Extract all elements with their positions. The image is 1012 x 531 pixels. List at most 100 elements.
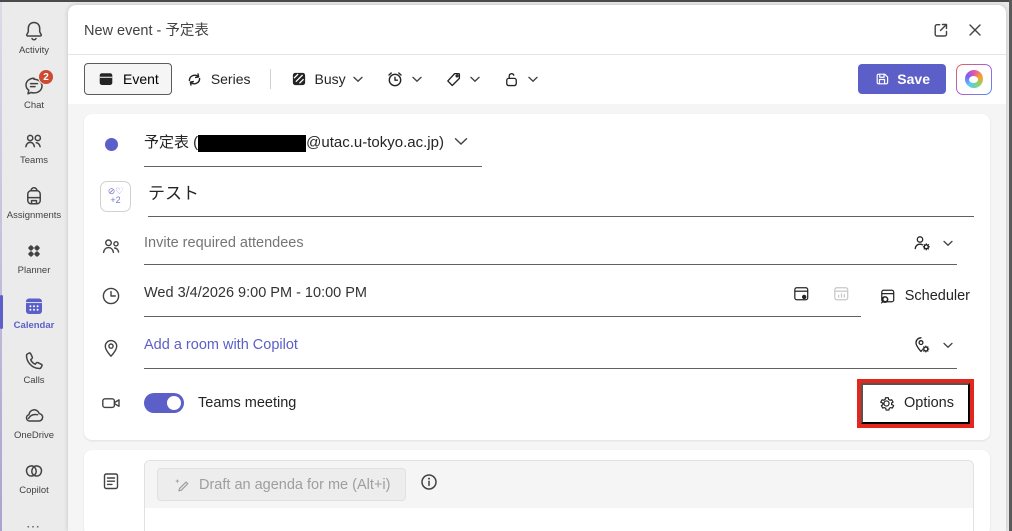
- attendees-people-icon: [100, 235, 144, 257]
- chevron-down-icon: [528, 76, 538, 83]
- chat-icon: 2: [21, 74, 47, 98]
- clock-icon: [100, 285, 144, 307]
- teams-meeting-label: Teams meeting: [198, 395, 296, 411]
- tag-icon: [444, 70, 463, 89]
- cloud-icon: [21, 404, 47, 428]
- copilot-logo-icon: [965, 70, 983, 88]
- sidebar-item-activity[interactable]: Activity: [0, 10, 68, 65]
- sensitivity-dropdown[interactable]: [493, 64, 547, 95]
- datetime-value[interactable]: Wed 3/4/2026 9:00 PM - 10:00 PM: [144, 285, 367, 301]
- meeting-options-button[interactable]: Options: [861, 383, 970, 424]
- sidebar-item-teams[interactable]: Teams: [0, 120, 68, 175]
- camera-icon: [100, 392, 144, 414]
- redacted-email: [198, 135, 306, 152]
- sidebar-label: Planner: [18, 266, 51, 276]
- sidebar-item-calendar[interactable]: Calendar: [0, 285, 68, 340]
- calendar-chart-icon: [831, 283, 852, 304]
- description-editor[interactable]: Draft an agenda for me (Alt+i): [144, 460, 974, 531]
- sidebar-label: Teams: [20, 156, 48, 166]
- attendees-input[interactable]: [144, 235, 907, 251]
- close-icon: [965, 20, 985, 40]
- calendar-insights-button[interactable]: [827, 278, 857, 308]
- emoji-category-picker-icon[interactable]: ⊘♡+2: [100, 181, 131, 212]
- attendees-row: [100, 222, 974, 270]
- add-room-copilot-link[interactable]: Add a room with Copilot: [144, 337, 298, 353]
- more-apps-icon[interactable]: ⋯: [0, 518, 68, 531]
- sidebar-item-copilot[interactable]: Copilot: [0, 450, 68, 505]
- description-text-area[interactable]: [145, 508, 973, 531]
- sidebar-label: Assignments: [7, 211, 61, 221]
- draft-agenda-button[interactable]: Draft an agenda for me (Alt+i): [157, 468, 406, 501]
- save-icon: [874, 71, 890, 87]
- phone-icon: [21, 349, 47, 373]
- event-icon: [97, 70, 115, 88]
- close-button[interactable]: [958, 14, 992, 46]
- open-in-new-window-button[interactable]: [924, 14, 958, 46]
- toolbar-divider: [270, 69, 271, 89]
- copilot-button[interactable]: [956, 64, 992, 95]
- chevron-down-icon: [470, 76, 480, 83]
- location-options-dropdown[interactable]: [907, 330, 937, 360]
- gear-icon: [877, 394, 896, 413]
- alarm-icon: [385, 69, 405, 89]
- sidebar-item-calls[interactable]: Calls: [0, 340, 68, 395]
- sidebar-label: Calendar: [14, 321, 55, 331]
- sidebar-item-planner[interactable]: Planner: [0, 230, 68, 285]
- chevron-down-icon: [454, 137, 468, 146]
- calendar-name-prefix: 予定表 (: [144, 134, 198, 151]
- location-row: Add a room with Copilot: [100, 322, 974, 374]
- calendar-selector-row: 予定表 ( @utac.u-tokyo.ac.jp): [100, 118, 974, 170]
- copilot-icon: [21, 459, 47, 483]
- datetime-row: Wed 3/4/2026 9:00 PM - 10:00 PM Schedule…: [100, 270, 974, 322]
- reminder-dropdown[interactable]: [376, 63, 431, 95]
- tab-event-label: Event: [123, 71, 159, 87]
- chevron-down-icon: [943, 342, 953, 349]
- window-top-edge: [0, 0, 1012, 2]
- draft-agenda-label: Draft an agenda for me (Alt+i): [199, 477, 390, 493]
- annotation-highlight: Options: [857, 379, 974, 428]
- sidebar-label: Copilot: [19, 486, 49, 496]
- category-tag-dropdown[interactable]: [435, 64, 489, 95]
- event-toolbar: Event Series Busy Save: [68, 55, 1006, 103]
- calendar-name-suffix: @utac.u-tokyo.ac.jp): [306, 134, 444, 151]
- location-pin-icon: [100, 337, 144, 359]
- person-gear-icon: [911, 232, 933, 254]
- save-label: Save: [897, 71, 930, 87]
- sidebar-item-chat[interactable]: 2 Chat: [0, 65, 68, 120]
- options-label: Options: [904, 395, 954, 411]
- scheduler-button[interactable]: Scheduler: [869, 281, 974, 312]
- sidebar-label: Activity: [19, 46, 49, 56]
- agenda-info-icon[interactable]: [420, 473, 438, 496]
- bell-icon: [21, 19, 47, 43]
- teams-meeting-toggle[interactable]: [144, 393, 184, 413]
- chevron-down-icon: [353, 76, 363, 83]
- sidebar-label: Chat: [24, 101, 44, 111]
- sidebar-item-onedrive[interactable]: OneDrive: [0, 395, 68, 450]
- chevron-down-icon: [412, 76, 422, 83]
- planner-icon: [21, 239, 47, 263]
- chat-unread-badge: 2: [38, 69, 54, 85]
- sparkle-pen-icon: [173, 476, 190, 493]
- agenda-text-icon: [100, 460, 144, 497]
- chevron-down-icon: [943, 240, 953, 247]
- calendar-selector-dropdown[interactable]: 予定表 ( @utac.u-tokyo.ac.jp): [144, 127, 482, 167]
- event-title-input[interactable]: テスト: [148, 179, 974, 208]
- app-rail: Activity 2 Chat Teams Assignments Planne…: [0, 2, 68, 531]
- calendar-search-icon: [877, 286, 898, 307]
- suggested-times-button[interactable]: [787, 278, 817, 308]
- tab-event[interactable]: Event: [84, 63, 172, 95]
- busy-status-icon: [290, 70, 308, 88]
- save-button[interactable]: Save: [858, 64, 946, 94]
- calendar-person-icon: [791, 283, 812, 304]
- dialog-header: New event - 予定表: [68, 5, 1006, 55]
- attendee-options-dropdown[interactable]: [907, 228, 937, 258]
- new-event-dialog: New event - 予定表 Event Series Busy: [68, 5, 1006, 531]
- agenda-toolbar: Draft an agenda for me (Alt+i): [145, 461, 973, 508]
- show-as-busy-dropdown[interactable]: Busy: [281, 64, 372, 94]
- dialog-title: New event - 予定表: [84, 19, 209, 40]
- sidebar-item-assignments[interactable]: Assignments: [0, 175, 68, 230]
- pin-gear-icon: [911, 334, 933, 356]
- event-form-card: 予定表 ( @utac.u-tokyo.ac.jp) ⊘♡+2 テスト: [84, 114, 990, 440]
- tab-series-label: Series: [211, 71, 251, 87]
- tab-series[interactable]: Series: [176, 64, 260, 95]
